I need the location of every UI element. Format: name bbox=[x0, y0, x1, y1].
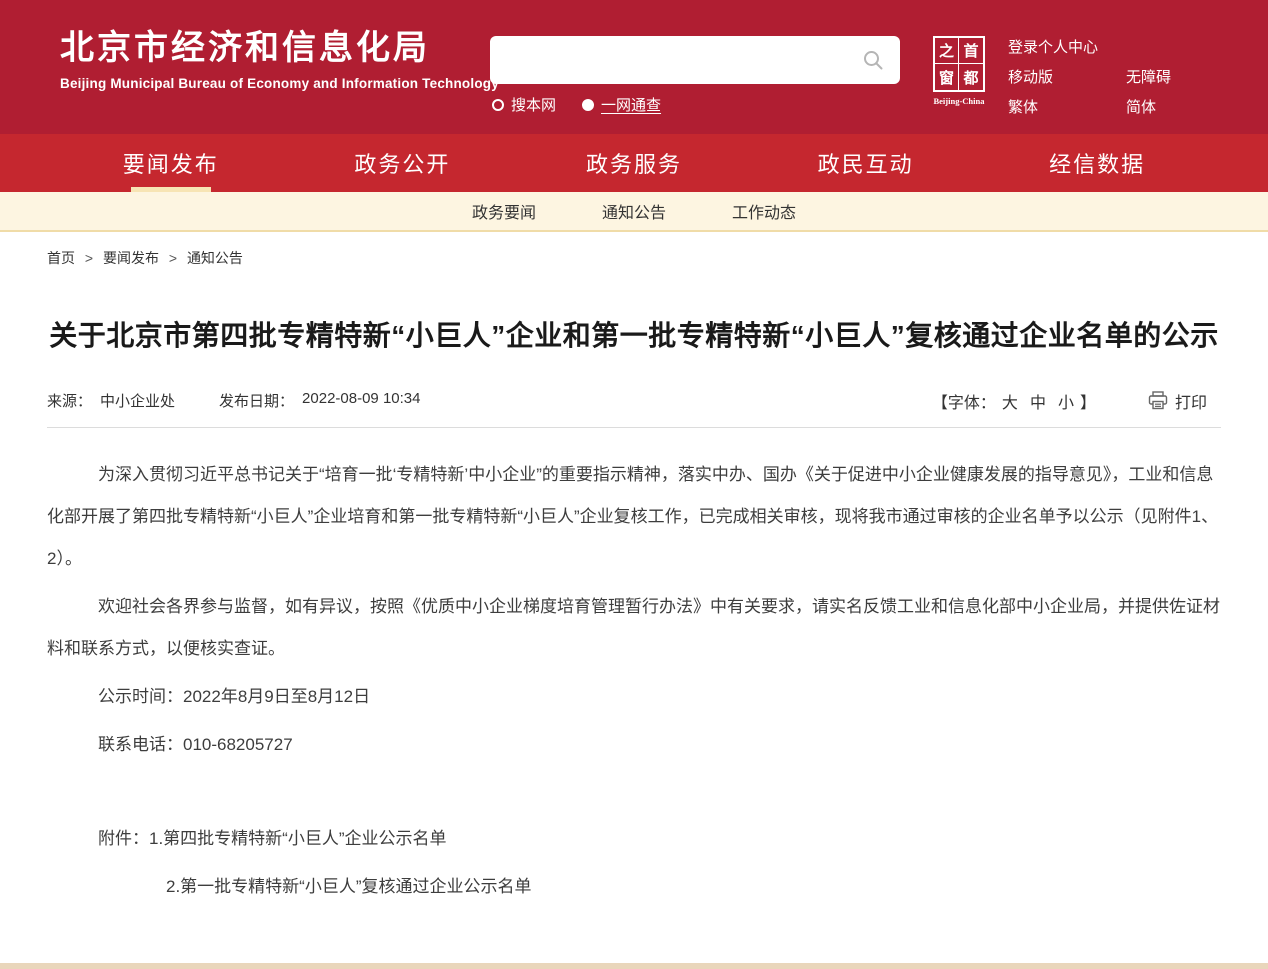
nav-item-gov-disclosure[interactable]: 政务公开 bbox=[287, 134, 519, 192]
breadcrumb-notices[interactable]: 通知公告 bbox=[187, 250, 243, 266]
source-label: 来源： bbox=[47, 390, 92, 411]
spacer bbox=[47, 772, 1221, 818]
site-title: 北京市经济和信息化局 bbox=[60, 26, 499, 72]
scope-option-network[interactable]: 一网通查 bbox=[582, 94, 661, 115]
sub-nav: 政务要闻 通知公告 工作动态 bbox=[0, 192, 1268, 232]
search-box bbox=[490, 36, 900, 84]
simplified-chinese-link[interactable]: 简体 bbox=[1126, 96, 1156, 117]
publicity-period: 公示时间：2022年8月9日至8月12日 bbox=[47, 676, 1221, 718]
paragraph: 欢迎社会各界参与监督，如有异议，按照《优质中小企业梯度培育管理暂行办法》中有关要… bbox=[47, 586, 1221, 670]
font-size-widget: 【字体： 大 中 小 】 bbox=[932, 389, 1096, 413]
logo-char: 窗 bbox=[935, 64, 959, 90]
scope-option-label[interactable]: 一网通查 bbox=[601, 94, 661, 115]
main-nav: 要闻发布 政务公开 政务服务 政民互动 经信数据 bbox=[0, 134, 1268, 192]
breadcrumb-separator: > bbox=[85, 250, 93, 266]
contact-phone: 联系电话：010-68205727 bbox=[47, 724, 1221, 766]
article-meta: 来源： 中小企业处 发布日期： 2022-08-09 10:34 【字体： 大 … bbox=[47, 389, 1221, 413]
font-size-medium-button[interactable]: 中 bbox=[1030, 389, 1046, 413]
logo-char: 首 bbox=[959, 38, 983, 64]
nav-item-data[interactable]: 经信数据 bbox=[981, 134, 1213, 192]
source-value: 中小企业处 bbox=[100, 390, 175, 411]
traditional-chinese-link[interactable]: 繁体 bbox=[1008, 96, 1126, 117]
paragraph: 为深入贯彻习近平总书记关于“培育一批‘专精特新’中小企业”的重要指示精神，落实中… bbox=[47, 454, 1221, 580]
nav-item-interaction[interactable]: 政民互动 bbox=[750, 134, 982, 192]
radio-selected-icon[interactable] bbox=[582, 99, 594, 111]
breadcrumb: 首页 > 要闻发布 > 通知公告 bbox=[47, 248, 1268, 268]
meta-divider bbox=[47, 427, 1221, 428]
radio-unselected-icon[interactable] bbox=[492, 99, 504, 111]
publish-date-value: 2022-08-09 10:34 bbox=[302, 390, 420, 411]
search-input[interactable] bbox=[490, 36, 900, 84]
breadcrumb-separator: > bbox=[169, 250, 177, 266]
printer-icon bbox=[1148, 391, 1168, 410]
publish-date-label: 发布日期： bbox=[219, 390, 294, 411]
attachment-link-2[interactable]: 2.第一批专精特新“小巨人”复核通过企业公示名单 bbox=[47, 866, 1221, 908]
breadcrumb-home[interactable]: 首页 bbox=[47, 250, 75, 266]
site-title-english: Beijing Municipal Bureau of Economy and … bbox=[60, 76, 499, 91]
font-size-large-button[interactable]: 大 bbox=[1002, 389, 1018, 413]
nav-item-gov-services[interactable]: 政务服务 bbox=[518, 134, 750, 192]
footer-strip bbox=[0, 963, 1268, 969]
scope-option-site[interactable]: 搜本网 bbox=[492, 94, 556, 115]
scope-option-label[interactable]: 搜本网 bbox=[511, 94, 556, 115]
search-icon[interactable] bbox=[862, 49, 884, 71]
mobile-version-link[interactable]: 移动版 bbox=[1008, 66, 1126, 87]
capital-window-logo[interactable]: 之 首 窗 都 Beijing-China bbox=[933, 36, 985, 106]
font-size-small-button[interactable]: 小 bbox=[1058, 389, 1074, 413]
login-link[interactable]: 登录个人中心 bbox=[1008, 36, 1126, 57]
page-title: 关于北京市第四批专精特新“小巨人”企业和第一批专精特新“小巨人”复核通过企业名单… bbox=[44, 314, 1224, 359]
site-logo: 北京市经济和信息化局 Beijing Municipal Bureau of E… bbox=[60, 26, 499, 91]
subnav-item-notices[interactable]: 通知公告 bbox=[602, 199, 666, 223]
site-header: 北京市经济和信息化局 Beijing Municipal Bureau of E… bbox=[0, 0, 1268, 134]
subnav-item-gov-news[interactable]: 政务要闻 bbox=[472, 199, 536, 223]
accessibility-link[interactable]: 无障碍 bbox=[1126, 66, 1171, 87]
article-body: 为深入贯彻习近平总书记关于“培育一批‘专精特新’中小企业”的重要指示精神，落实中… bbox=[47, 454, 1221, 908]
print-button[interactable]: 打印 bbox=[1148, 389, 1207, 413]
attachment-link-1[interactable]: 附件：1.第四批专精特新“小巨人”企业公示名单 bbox=[47, 818, 1221, 860]
logo-char: 都 bbox=[959, 64, 983, 90]
font-size-suffix: 】 bbox=[1080, 389, 1096, 413]
page: 北京市经济和信息化局 Beijing Municipal Bureau of E… bbox=[0, 0, 1268, 969]
breadcrumb-news[interactable]: 要闻发布 bbox=[103, 250, 159, 266]
header-quick-links: 登录个人中心 移动版 无障碍 繁体 简体 bbox=[1008, 36, 1171, 126]
capital-window-caption: Beijing-China bbox=[933, 96, 985, 106]
print-label[interactable]: 打印 bbox=[1175, 389, 1207, 413]
logo-char: 之 bbox=[935, 38, 959, 64]
subnav-item-work-updates[interactable]: 工作动态 bbox=[732, 199, 796, 223]
search-scope-options: 搜本网 一网通查 bbox=[492, 94, 661, 115]
capital-window-grid: 之 首 窗 都 bbox=[933, 36, 985, 92]
font-size-prefix: 【字体： bbox=[932, 389, 996, 413]
nav-item-news[interactable]: 要闻发布 bbox=[55, 134, 287, 192]
